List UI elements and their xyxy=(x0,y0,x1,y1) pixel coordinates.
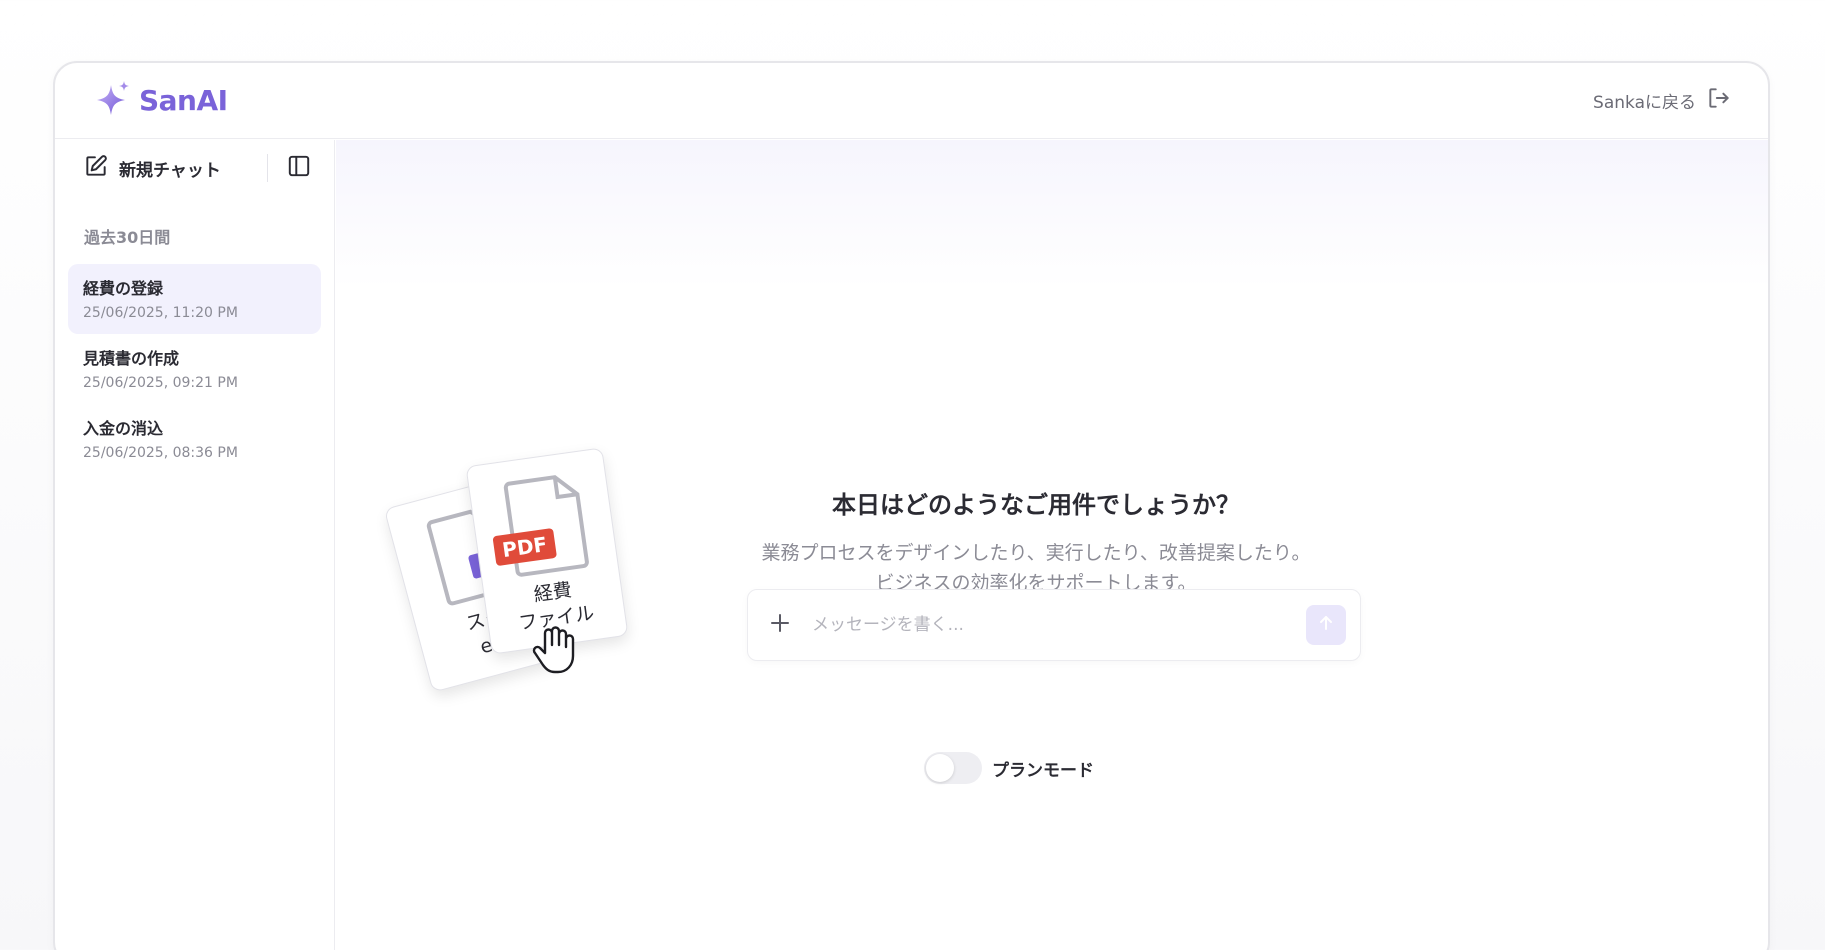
plan-mode-toggle[interactable] xyxy=(924,752,982,784)
arrow-up-icon xyxy=(1316,613,1336,637)
sidebar: 新規チャット 過去30日間 経費の登録 25/06/2025, 11:20 PM… xyxy=(55,140,335,950)
plus-icon xyxy=(769,612,791,638)
expense-file-card: PDF 経費 ファイル xyxy=(465,447,629,655)
plan-mode-row: プランモード xyxy=(924,752,1094,784)
document-icon xyxy=(501,470,595,584)
brand-name: SanAI xyxy=(139,84,228,117)
back-link-label: Sankaに戻る xyxy=(1593,93,1696,113)
sidebar-panel-icon xyxy=(286,153,312,183)
brand[interactable]: SanAI xyxy=(93,79,228,123)
history-item-date: 25/06/2025, 08:36 PM xyxy=(83,445,238,461)
history-item-date: 25/06/2025, 11:20 PM xyxy=(83,305,238,321)
toggle-knob xyxy=(926,754,954,782)
divider xyxy=(267,154,268,182)
history-item-title: 見積書の作成 xyxy=(83,349,180,368)
new-chat-button[interactable]: 新規チャット xyxy=(83,153,267,184)
logout-icon xyxy=(1706,85,1732,116)
send-button[interactable] xyxy=(1306,605,1346,645)
edit-icon xyxy=(83,153,109,184)
history-section-label: 過去30日間 xyxy=(84,228,171,247)
sidebar-header: 新規チャット xyxy=(55,140,334,196)
welcome-subtitle-line: 業務プロセスをデザインしたり、実行したり、改善提案したり。 xyxy=(761,542,1311,564)
file-upload-illustration: スク ex PDF 経費 ファイル xyxy=(383,447,656,693)
new-chat-label: 新規チャット xyxy=(119,160,221,181)
history-item-date: 25/06/2025, 09:21 PM xyxy=(83,375,238,391)
history-item-title: 経費の登録 xyxy=(83,279,164,298)
plan-mode-label: プランモード xyxy=(992,760,1094,781)
back-to-sanka-link[interactable]: Sankaに戻る xyxy=(1593,85,1732,116)
main-panel: スク ex PDF 経費 ファイル 本日は xyxy=(336,140,1768,950)
welcome-block: 本日はどのようなご用件でしょうか？ 業務プロセスをデザインしたり、実行したり、改… xyxy=(756,485,1316,598)
message-composer xyxy=(747,589,1361,661)
chat-history-list: 経費の登録 25/06/2025, 11:20 PM 見積書の作成 25/06/… xyxy=(55,264,334,474)
attach-button[interactable] xyxy=(766,611,794,639)
welcome-heading: 本日はどのようなご用件でしょうか？ xyxy=(832,491,1240,519)
app-window: SanAI Sankaに戻る 新規チャット 過去30日間 経費の登録 25/06… xyxy=(53,61,1770,950)
history-item[interactable]: 入金の消込 25/06/2025, 08:36 PM xyxy=(68,404,321,474)
history-item-title: 入金の消込 xyxy=(83,419,164,438)
top-bar: SanAI Sankaに戻る xyxy=(55,63,1768,139)
hand-pointer-icon xyxy=(531,625,575,679)
toggle-sidebar-button[interactable] xyxy=(286,153,312,183)
sparkle-logo-icon xyxy=(93,79,133,123)
history-item[interactable]: 見積書の作成 25/06/2025, 09:21 PM xyxy=(68,334,321,404)
message-input[interactable] xyxy=(812,615,1306,635)
history-item[interactable]: 経費の登録 25/06/2025, 11:20 PM xyxy=(68,264,321,334)
